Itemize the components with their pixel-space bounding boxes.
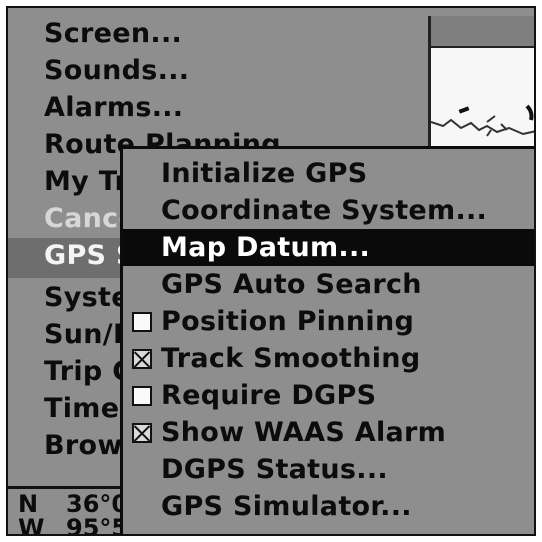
gps-screen: Screen... Sounds... Alarms... Route Plan…: [6, 6, 536, 536]
checkbox-unchecked-icon[interactable]: [132, 386, 152, 406]
submenu-item-position-pinning[interactable]: Position Pinning: [123, 303, 534, 340]
submenu-item-label: GPS Auto Search: [161, 269, 422, 300]
longitude-direction: W: [18, 514, 45, 536]
submenu-item-label: Map Datum...: [161, 232, 371, 263]
longitude-value: 95°5: [66, 514, 129, 536]
submenu-item-show-waas-alarm[interactable]: Show WAAS Alarm: [123, 414, 534, 451]
submenu-item-label: GPS Simulator...: [161, 491, 412, 522]
checkbox-checked-icon[interactable]: [132, 423, 152, 443]
submenu-item-gps-auto-search[interactable]: GPS Auto Search: [123, 266, 534, 303]
submenu-item-initialize-gps[interactable]: Initialize GPS: [123, 155, 534, 192]
submenu-item-require-dgps[interactable]: Require DGPS: [123, 377, 534, 414]
map-preview: [428, 16, 534, 151]
gps-setup-submenu: Initialize GPS Coordinate System... Map …: [120, 146, 534, 534]
submenu-item-label: DGPS Status...: [161, 454, 388, 485]
submenu-item-label: Require DGPS: [161, 380, 377, 411]
submenu-item-track-smoothing[interactable]: Track Smoothing: [123, 340, 534, 377]
checkbox-checked-icon[interactable]: [132, 349, 152, 369]
submenu-item-coordinate-system[interactable]: Coordinate System...: [123, 192, 534, 229]
submenu-item-label: Track Smoothing: [161, 343, 421, 374]
map-title-bar: [431, 16, 534, 48]
menu-item-screen[interactable]: Screen...: [8, 16, 426, 52]
checkbox-unchecked-icon[interactable]: [132, 312, 152, 332]
submenu-item-gps-simulator[interactable]: GPS Simulator...: [123, 488, 534, 525]
map-track-icon: [431, 104, 534, 137]
menu-item-sounds[interactable]: Sounds...: [8, 53, 426, 89]
submenu-item-label: Initialize GPS: [161, 158, 368, 189]
submenu-item-label: Coordinate System...: [161, 195, 488, 226]
submenu-item-dgps-status[interactable]: DGPS Status...: [123, 451, 534, 488]
submenu-item-label: Show WAAS Alarm: [161, 417, 447, 448]
submenu-item-map-datum[interactable]: Map Datum...: [123, 229, 534, 266]
menu-item-alarms[interactable]: Alarms...: [8, 90, 426, 126]
submenu-item-label: Position Pinning: [161, 306, 415, 337]
